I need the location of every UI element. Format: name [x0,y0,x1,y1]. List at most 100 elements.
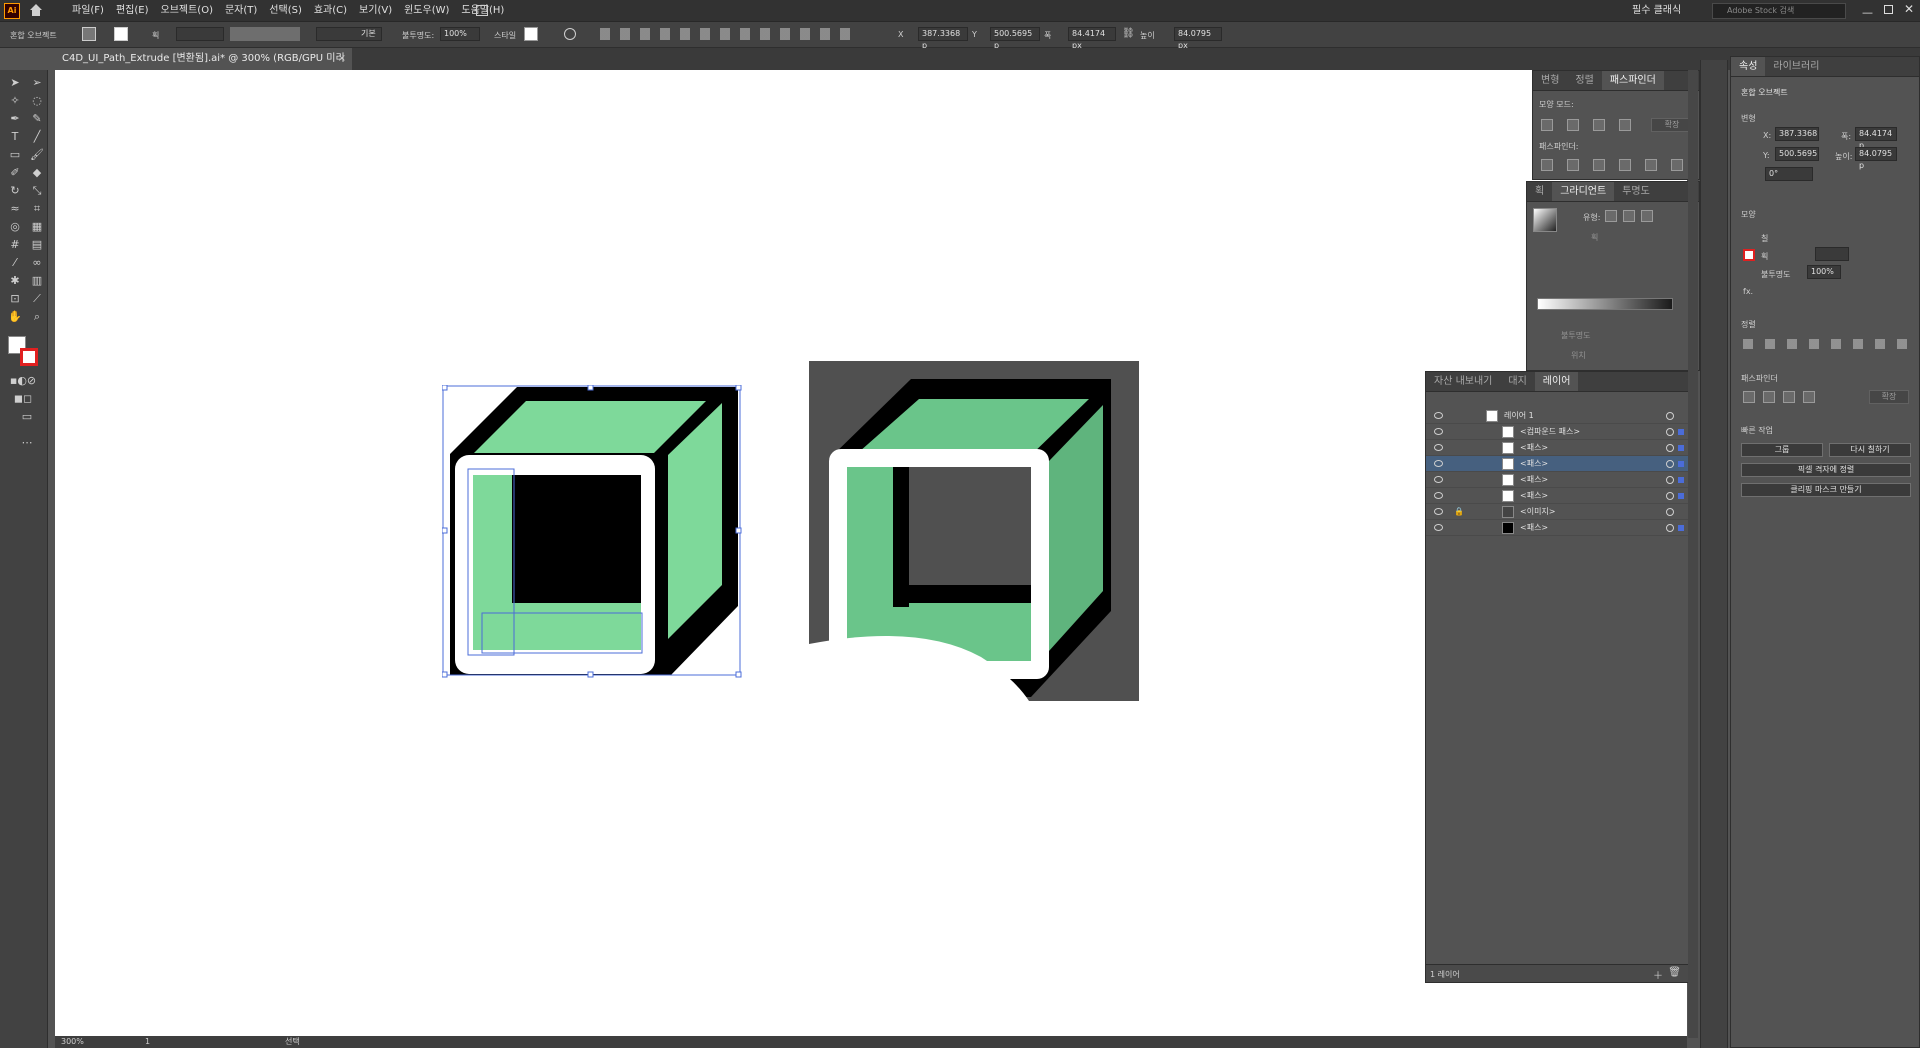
fill-swatch[interactable] [82,27,96,41]
new-layer-icon[interactable]: ＋ [1653,967,1663,982]
fx-button[interactable]: fx. [1743,287,1753,296]
tab-artboards[interactable]: 대지 [1500,372,1534,391]
link-proportions-icon[interactable]: ⛓ [1122,28,1135,39]
linear-gradient-icon[interactable] [1605,210,1617,222]
tab-align[interactable]: 정렬 [1567,71,1601,90]
outline-icon[interactable] [1645,159,1657,171]
tab-properties[interactable]: 속성 [1731,57,1766,76]
layer-item-name[interactable]: <패스> [1520,488,1548,504]
scale-tool-icon[interactable]: ⤡ [30,184,44,198]
exclude-icon[interactable] [1803,391,1815,403]
close-icon[interactable]: ✕ [1904,2,1914,16]
paintbrush-tool-icon[interactable]: 🖌 [30,148,44,162]
minimize-icon[interactable]: — [1862,6,1873,19]
layer-item-row[interactable]: <패스> [1426,488,1688,504]
selection-indicator[interactable] [1678,461,1684,467]
slice-tool-icon[interactable]: ⟋ [30,292,44,306]
menu-effect[interactable]: 효과(C) [308,0,353,22]
curvature-tool-icon[interactable]: ✎ [30,112,44,126]
intersect-icon[interactable] [1593,119,1605,131]
panel-scrollbar[interactable] [1688,70,1698,1038]
trim-icon[interactable] [1567,159,1579,171]
stock-search-input[interactable]: Adobe Stock 검색 [1712,3,1846,19]
layer-item-name[interactable]: <패스> [1520,520,1548,536]
tab-transform[interactable]: 변형 [1533,71,1567,90]
merge-icon[interactable] [1593,159,1605,171]
recolor-button[interactable]: 다시 칠하기 [1829,443,1911,457]
visibility-eye-icon[interactable] [1434,508,1443,515]
menu-edit[interactable]: 편집(E) [110,0,155,22]
home-icon[interactable] [28,2,44,18]
opacity-field[interactable]: 100% [440,27,480,41]
blend-tool-icon[interactable]: ∞ [30,256,44,270]
layer-item-row[interactable]: <패스> [1426,520,1688,536]
gradient-tool-icon[interactable]: ▤ [30,238,44,252]
perspective-grid-tool-icon[interactable]: ▦ [30,220,44,234]
target-icon[interactable] [1666,524,1674,532]
recolor-icon[interactable] [564,28,576,40]
brush-definition[interactable]: 기본 [316,27,382,41]
maximize-icon[interactable] [1884,5,1893,14]
exclude-icon[interactable] [1619,119,1631,131]
minus-front-icon[interactable] [1567,119,1579,131]
y-field[interactable]: 500.5695 p [990,27,1040,50]
selection-indicator[interactable] [1678,525,1684,531]
minus-front-icon[interactable] [1763,391,1775,403]
zoom-tool-icon[interactable]: ⌕ [30,310,44,324]
height-field[interactable]: 84.0795 px [1174,27,1222,50]
layer-item-name[interactable]: <이미지> [1520,504,1556,520]
workspace-switcher[interactable]: 필수 클래식 [1632,0,1681,22]
line-tool-icon[interactable]: ╱ [30,130,44,144]
layer-item-row-selected[interactable]: <패스> [1426,456,1688,472]
freeform-gradient-icon[interactable] [1641,210,1653,222]
width-field[interactable]: 84.4174 px [1068,27,1116,50]
target-icon[interactable] [1666,428,1674,436]
target-icon[interactable] [1666,476,1674,484]
type-tool-icon[interactable]: T [8,130,22,144]
make-clipping-mask-button[interactable]: 클리핑 마스크 만들기 [1741,483,1911,497]
layer-item-name[interactable]: <컴파운드 패스> [1520,424,1580,440]
style-swatch[interactable] [524,27,538,41]
layer-item-name[interactable]: <패스> [1520,440,1548,456]
menu-type[interactable]: 문자(T) [219,0,263,22]
selection-indicator[interactable] [1678,445,1684,451]
tab-transparency[interactable]: 투명도 [1614,182,1658,201]
rectangle-tool-icon[interactable]: ▭ [8,148,22,162]
radial-gradient-icon[interactable] [1623,210,1635,222]
shaper-tool-icon[interactable]: ✐ [8,166,22,180]
gradient-preview[interactable] [1533,208,1557,232]
target-icon[interactable] [1666,444,1674,452]
menu-file[interactable]: 파일(F) [66,0,110,22]
layer-item-name[interactable]: <패스> [1520,472,1548,488]
target-icon[interactable] [1666,492,1674,500]
color-mode-icons[interactable]: ▪◐⊘ [8,374,38,388]
more-tools-icon[interactable]: ⋯ [20,436,34,450]
stroke-swatch[interactable] [114,27,128,41]
x-field[interactable]: 387.3368 [1775,127,1819,141]
stroke-color-box[interactable] [20,348,38,366]
warp-tool-icon[interactable]: ≈ [8,202,22,216]
visibility-eye-icon[interactable] [1434,476,1443,483]
layer-name[interactable]: 레이어 1 [1504,408,1534,424]
screen-mode-icon[interactable]: ▭ [20,410,34,424]
column-graph-tool-icon[interactable]: ▥ [30,274,44,288]
arrange-documents-icon[interactable] [476,5,488,16]
pen-tool-icon[interactable]: ✒ [8,112,22,126]
rotate-tool-icon[interactable]: ↻ [8,184,22,198]
eraser-tool-icon[interactable]: ◆ [30,166,44,180]
layer-item-row[interactable]: 🔒 <이미지> [1426,504,1688,520]
pathfinder-expand-button[interactable]: 확장 [1869,390,1909,404]
layer-item-row[interactable]: <패스> [1426,440,1688,456]
selection-tool-icon[interactable]: ➤ [8,76,22,90]
visibility-eye-icon[interactable] [1434,524,1443,531]
menu-window[interactable]: 윈도우(W) [398,0,455,22]
visibility-eye-icon[interactable] [1434,444,1443,451]
layer-item-name[interactable]: <패스> [1520,456,1548,472]
visibility-eye-icon[interactable] [1434,492,1443,499]
unite-icon[interactable] [1743,391,1755,403]
lock-icon[interactable]: 🔒 [1454,507,1464,516]
tab-gradient[interactable]: 그라디언트 [1552,182,1615,201]
tab-asset-export[interactable]: 자산 내보내기 [1426,372,1500,391]
shape-builder-tool-icon[interactable]: ◎ [8,220,22,234]
tab-pathfinder[interactable]: 패스파인더 [1601,71,1664,90]
